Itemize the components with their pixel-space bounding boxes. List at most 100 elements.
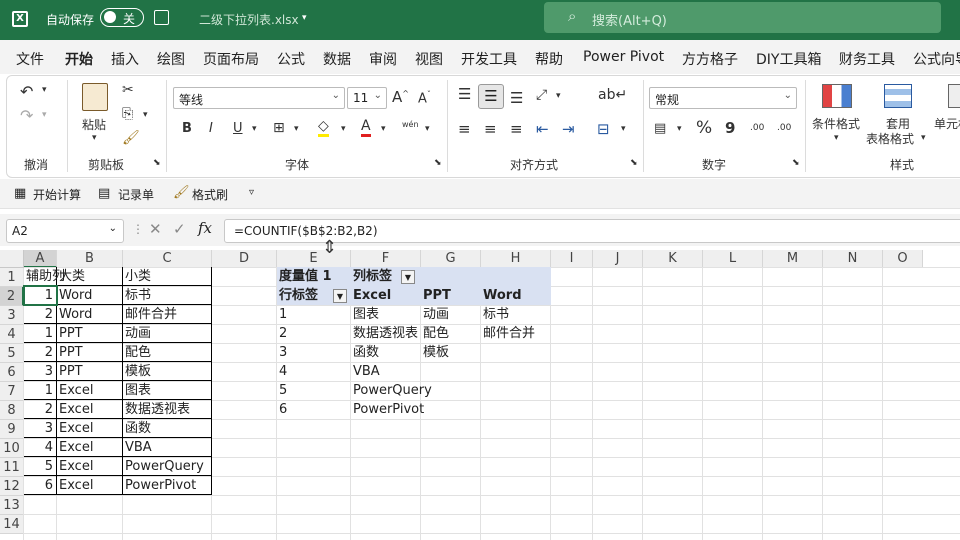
table-header-cell[interactable]: 辅助列 — [24, 267, 65, 286]
pivot-data-cell[interactable]: 函数 — [351, 343, 421, 362]
form-icon[interactable]: ▤ — [98, 186, 110, 201]
row-header[interactable]: 2 — [0, 287, 24, 306]
row-header[interactable]: 5 — [0, 344, 24, 363]
comma-icon[interactable]: 9 — [725, 119, 735, 137]
pivot-data-cell[interactable]: PowerPivot — [351, 400, 424, 419]
file-name[interactable]: 二级下拉列表.xlsx — [199, 11, 299, 28]
helper-cell[interactable]: 2 — [24, 343, 57, 362]
orientation-dropdown-icon[interactable]: ▾ — [556, 91, 561, 101]
row-header[interactable]: 8 — [0, 401, 24, 420]
pivot-data-cell[interactable]: 标书 — [481, 305, 551, 324]
subcategory-cell[interactable]: 函数 — [123, 419, 212, 438]
currency-icon[interactable]: ▤ — [654, 121, 666, 136]
tab-draw[interactable]: 绘图 — [157, 49, 185, 69]
tab-page-layout[interactable]: 页面布局 — [203, 49, 259, 69]
fill-dropdown-icon[interactable]: ▾ — [341, 124, 346, 134]
bold-button[interactable]: B — [182, 121, 192, 136]
column-header[interactable]: H — [481, 250, 551, 268]
number-launcher-icon[interactable]: ⬊ — [792, 158, 800, 168]
customize-dropdown-icon[interactable]: ▿ — [249, 187, 254, 198]
paste-icon[interactable] — [82, 83, 108, 111]
redo-icon[interactable]: ↷ — [20, 106, 33, 125]
table-header-cell[interactable]: 小类 — [123, 267, 212, 286]
helper-cell[interactable]: 2 — [24, 305, 57, 324]
column-header[interactable]: E — [277, 250, 351, 268]
row-header[interactable]: 7 — [0, 382, 24, 401]
pivot-column-header[interactable]: PPT — [421, 286, 481, 305]
format-as-table-dropdown-icon[interactable]: ▾ — [921, 133, 926, 143]
helper-cell[interactable]: 2 — [24, 400, 57, 419]
font-launcher-icon[interactable]: ⬊ — [434, 158, 442, 168]
column-header[interactable]: I — [551, 250, 593, 268]
table-header-cell[interactable]: 大类 — [57, 267, 123, 286]
pivot-cell[interactable] — [421, 267, 481, 286]
column-header[interactable]: A — [24, 250, 57, 268]
orientation-icon[interactable]: ⤢ — [536, 87, 547, 103]
category-cell[interactable]: Word — [57, 305, 123, 324]
pivot-data-cell[interactable]: VBA — [351, 362, 421, 381]
tab-view[interactable]: 视图 — [415, 49, 443, 69]
format-as-table-label-2[interactable]: 表格格式 — [866, 130, 914, 147]
subcategory-cell[interactable]: 标书 — [123, 286, 212, 305]
merge-dropdown-icon[interactable]: ▾ — [621, 124, 626, 134]
cell-style-icon[interactable] — [948, 84, 960, 108]
redo-dropdown-icon[interactable]: ▾ — [42, 110, 47, 120]
pivot-filter-dropdown-icon[interactable]: ▼ — [401, 270, 415, 284]
italic-button[interactable]: I — [209, 121, 213, 136]
tab-developer[interactable]: 开发工具 — [461, 49, 517, 69]
format-painter-icon[interactable]: 🖌 — [173, 185, 190, 200]
border-icon[interactable]: ⊞ — [273, 120, 285, 136]
clipboard-launcher-icon[interactable]: ⬊ — [153, 158, 161, 168]
helper-cell[interactable]: 6 — [24, 476, 57, 495]
column-header[interactable]: K — [643, 250, 703, 268]
cond-format-dropdown-icon[interactable]: ▾ — [834, 133, 839, 143]
format-painter-icon[interactable]: 🖌 — [122, 130, 140, 146]
category-cell[interactable]: PPT — [57, 362, 123, 381]
subcategory-cell[interactable]: 模板 — [123, 362, 212, 381]
decrease-indent-icon[interactable]: ⇤ — [536, 120, 549, 138]
row-header[interactable]: 1 — [0, 268, 24, 287]
cancel-icon[interactable]: ✕ — [149, 220, 162, 238]
helper-cell[interactable]: 3 — [24, 419, 57, 438]
helper-cell[interactable]: 1 — [24, 324, 57, 343]
subcategory-cell[interactable]: PowerPivot — [123, 476, 212, 495]
align-left-icon[interactable]: ≡ — [458, 120, 471, 138]
calculate-icon[interactable]: ▦ — [14, 186, 26, 201]
tab-data[interactable]: 数据 — [323, 49, 351, 69]
align-top-icon[interactable]: ☰ — [458, 85, 471, 103]
undo-dropdown-icon[interactable]: ▾ — [42, 85, 47, 95]
tab-home[interactable]: 开始 — [65, 49, 93, 69]
border-dropdown-icon[interactable]: ▾ — [294, 124, 299, 134]
phonetic-icon[interactable]: wén — [402, 120, 419, 129]
category-cell[interactable]: Excel — [57, 438, 123, 457]
number-format-select[interactable]: 常规 ⌄ — [649, 87, 797, 109]
cut-icon[interactable]: ✂ — [122, 82, 134, 98]
subcategory-cell[interactable]: 图表 — [123, 381, 212, 400]
conditional-format-button[interactable]: 条件格式 — [812, 115, 860, 132]
category-cell[interactable]: Excel — [57, 476, 123, 495]
currency-dropdown-icon[interactable]: ▾ — [677, 124, 682, 134]
row-header[interactable]: 4 — [0, 325, 24, 344]
pivot-data-cell[interactable]: 模板 — [421, 343, 481, 362]
row-header[interactable]: 6 — [0, 363, 24, 382]
pivot-data-cell[interactable]: 1 — [277, 305, 351, 324]
column-header[interactable]: C — [123, 250, 212, 268]
column-header[interactable]: B — [57, 250, 123, 268]
search-box[interactable]: ⌕ 搜索(Alt+Q) — [544, 2, 941, 33]
save-icon[interactable] — [154, 10, 169, 25]
pivot-column-header[interactable]: Word — [481, 286, 551, 305]
subcategory-cell[interactable]: 配色 — [123, 343, 212, 362]
row-header[interactable]: 14 — [0, 515, 24, 534]
fill-color-icon[interactable]: ◇ — [318, 118, 329, 137]
decrease-font-icon[interactable]: Aˇ — [418, 90, 431, 106]
copy-dropdown-icon[interactable]: ▾ — [143, 110, 148, 120]
worksheet-grid[interactable]: ABCDEFGHIJKLMNO 1 2 3 4 5 6 7 8 9 10 11 12 13 14 辅助列大… — [0, 237, 960, 540]
subcategory-cell[interactable]: 邮件合并 — [123, 305, 212, 324]
tab-insert[interactable]: 插入 — [111, 49, 139, 69]
category-cell[interactable]: Excel — [57, 419, 123, 438]
conditional-format-icon[interactable] — [822, 84, 852, 108]
tab-fangfang[interactable]: 方方格子 — [682, 49, 738, 69]
helper-cell[interactable]: 4 — [24, 438, 57, 457]
enter-check-icon[interactable]: ✓ — [173, 220, 186, 238]
category-cell[interactable]: PPT — [57, 324, 123, 343]
